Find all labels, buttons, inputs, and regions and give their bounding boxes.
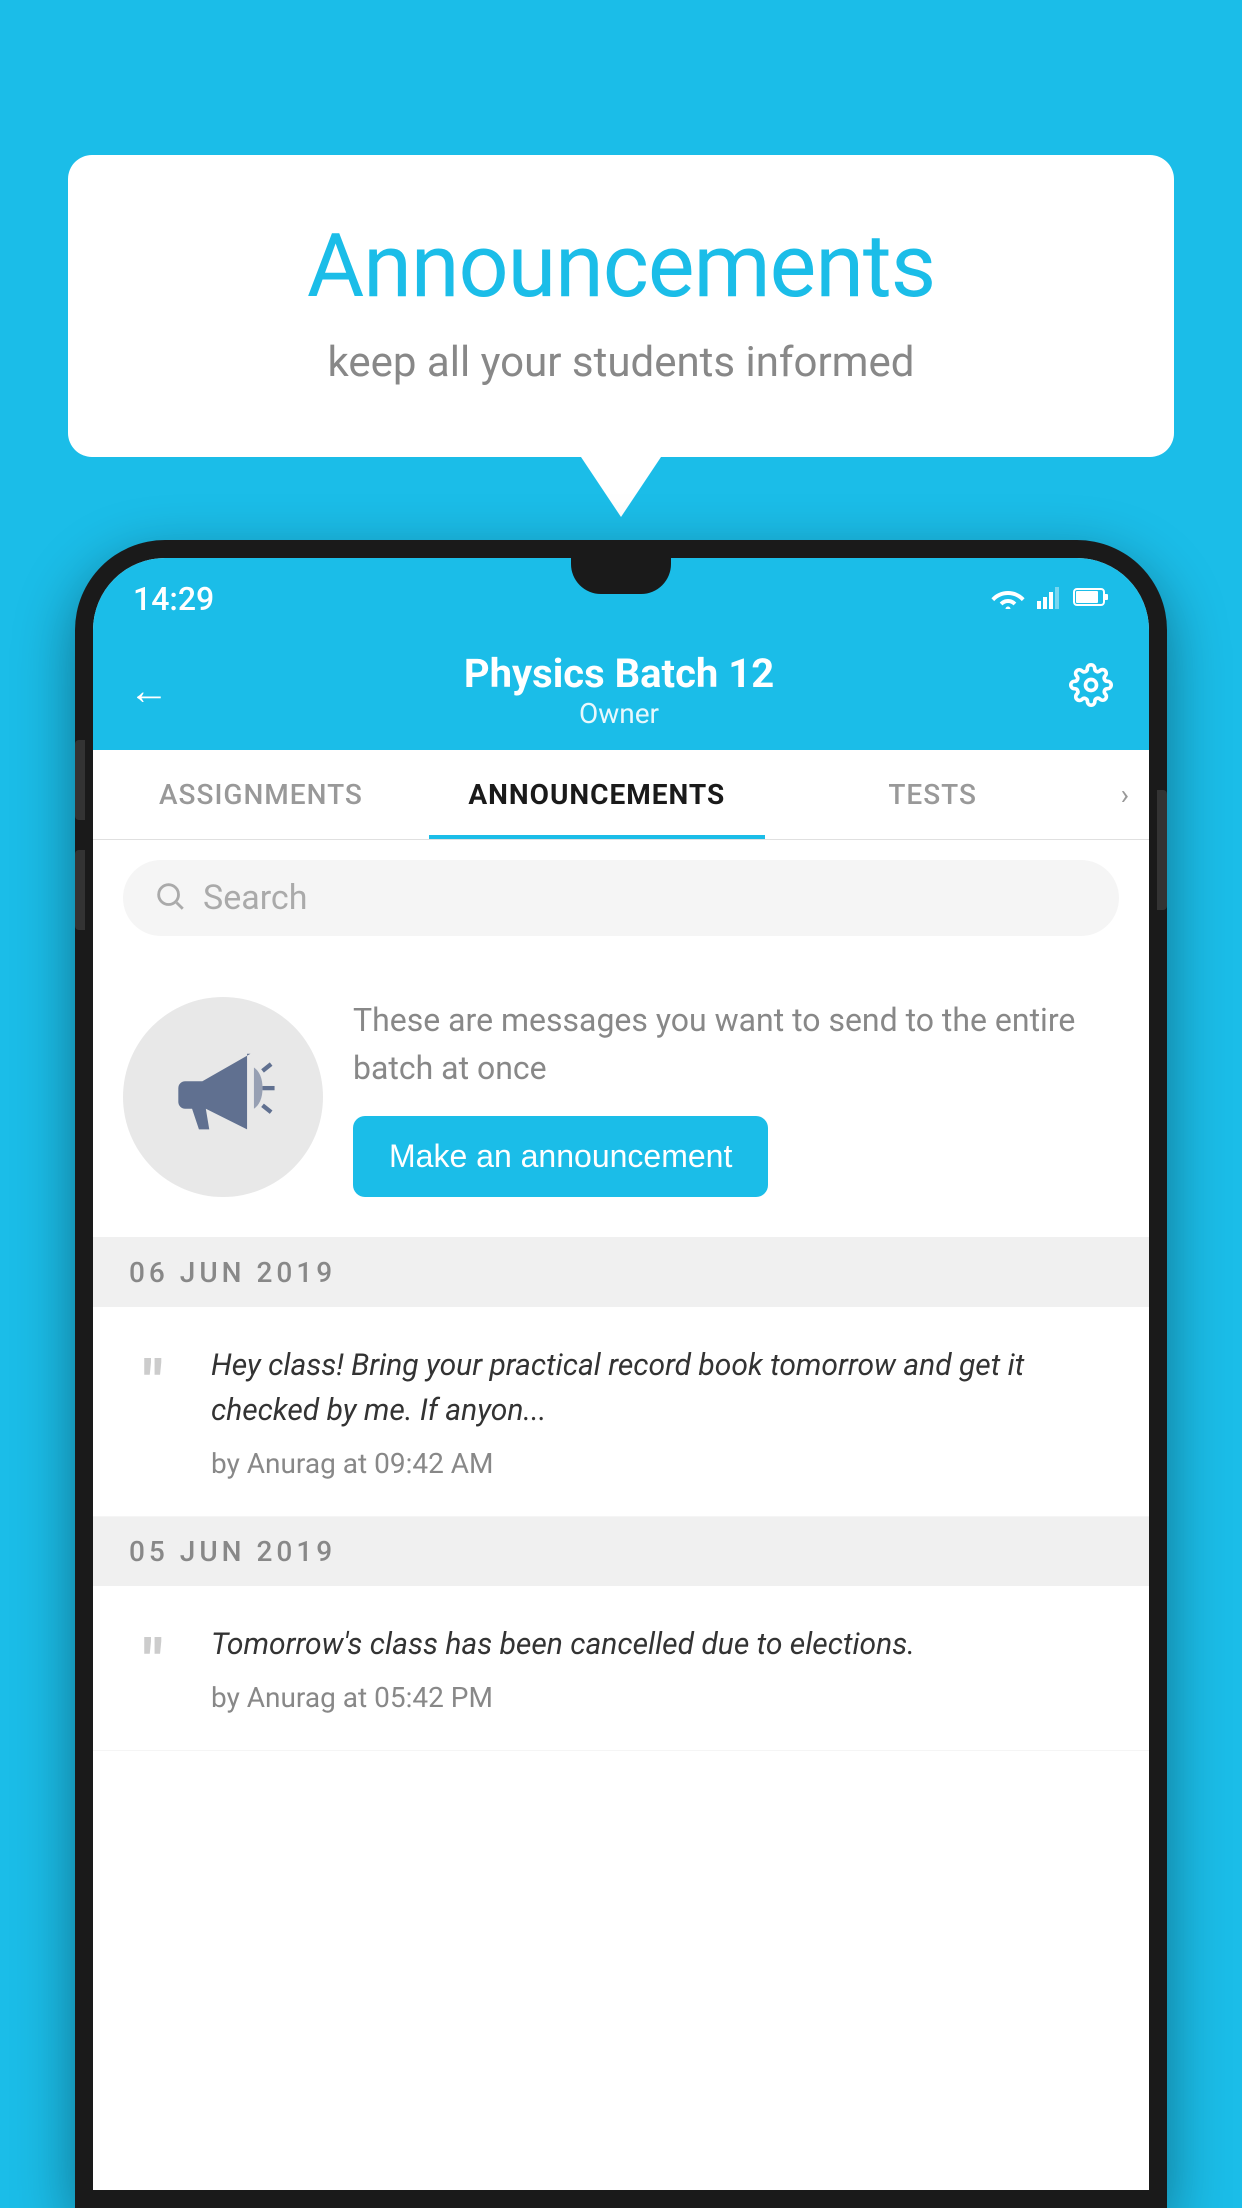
announcement-item-1[interactable]: " Hey class! Bring your practical record… — [93, 1307, 1149, 1517]
phone-screen: 14:29 — [93, 558, 1149, 2190]
status-time: 14:29 — [133, 580, 214, 618]
status-icons — [991, 585, 1109, 613]
announcement-meta-1: by Anurag at 09:42 AM — [211, 1447, 1119, 1480]
search-placeholder: Search — [203, 878, 307, 918]
wifi-icon — [991, 585, 1025, 613]
bubble-subtitle: keep all your students informed — [148, 338, 1094, 387]
tabs-bar: ASSIGNMENTS ANNOUNCEMENTS TESTS › — [93, 750, 1149, 840]
phone-frame: 14:29 — [75, 540, 1167, 2208]
promo-icon-circle — [123, 997, 323, 1197]
vol-down-button[interactable] — [75, 850, 85, 930]
back-button[interactable]: ← — [129, 667, 169, 714]
make-announcement-button[interactable]: Make an announcement — [353, 1116, 768, 1197]
settings-icon[interactable] — [1069, 663, 1113, 718]
tab-announcements[interactable]: ANNOUNCEMENTS — [429, 750, 765, 839]
quote-icon-2: " — [123, 1632, 183, 1692]
announcement-content-1: Hey class! Bring your practical record b… — [211, 1343, 1119, 1480]
announcement-meta-2: by Anurag at 05:42 PM — [211, 1681, 1119, 1714]
header-title: Physics Batch 12 — [464, 650, 774, 697]
phone-notch — [571, 558, 671, 594]
announcement-text-1: Hey class! Bring your practical record b… — [211, 1343, 1119, 1433]
promo-content: These are messages you want to send to t… — [353, 996, 1119, 1197]
promo-card: These are messages you want to send to t… — [93, 956, 1149, 1238]
speech-bubble: Announcements keep all your students inf… — [68, 155, 1174, 457]
tab-more[interactable]: › — [1101, 750, 1149, 839]
vol-up-button[interactable] — [75, 740, 85, 820]
search-icon — [153, 879, 187, 917]
tab-tests[interactable]: TESTS — [765, 750, 1101, 839]
search-container: Search — [93, 840, 1149, 956]
megaphone-icon — [168, 1040, 278, 1154]
date-separator-2: 05 JUN 2019 — [93, 1517, 1149, 1586]
announcement-content-2: Tomorrow's class has been cancelled due … — [211, 1622, 1119, 1714]
signal-icon — [1037, 585, 1061, 613]
header-subtitle: Owner — [464, 697, 774, 730]
search-bar[interactable]: Search — [123, 860, 1119, 936]
speech-bubble-container: Announcements keep all your students inf… — [68, 155, 1174, 517]
tab-assignments[interactable]: ASSIGNMENTS — [93, 750, 429, 839]
app-header: ← Physics Batch 12 Owner — [93, 630, 1149, 750]
date-separator-1: 06 JUN 2019 — [93, 1238, 1149, 1307]
bubble-title: Announcements — [148, 215, 1094, 318]
bubble-tail — [581, 457, 661, 517]
announcement-text-2: Tomorrow's class has been cancelled due … — [211, 1622, 1119, 1667]
announcement-item-2[interactable]: " Tomorrow's class has been cancelled du… — [93, 1586, 1149, 1751]
header-center: Physics Batch 12 Owner — [464, 650, 774, 730]
battery-icon — [1073, 587, 1109, 611]
power-button[interactable] — [1157, 790, 1167, 910]
quote-icon-1: " — [123, 1353, 183, 1413]
promo-description: These are messages you want to send to t… — [353, 996, 1119, 1092]
